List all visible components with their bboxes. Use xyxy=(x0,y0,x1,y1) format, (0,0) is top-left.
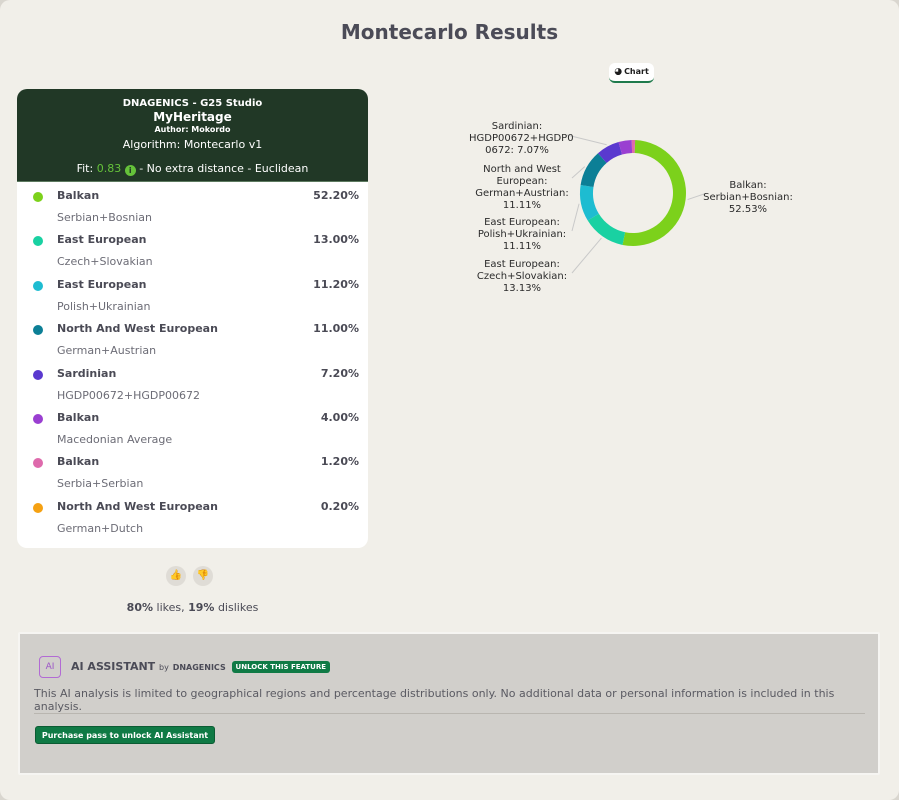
donut-slice-label: East European: Czech+Slovakian: 13.13% xyxy=(476,259,568,294)
donut-slice[interactable] xyxy=(580,185,599,221)
ai-chip-icon: AI xyxy=(39,656,61,678)
ai-title: AI ASSISTANT xyxy=(71,660,156,673)
donut-slice[interactable] xyxy=(631,140,636,154)
ai-description: This AI analysis is limited to geographi… xyxy=(34,687,835,713)
donut-leader-line xyxy=(571,237,602,274)
ai-by: by xyxy=(159,663,169,672)
donut-slice[interactable] xyxy=(587,213,626,245)
donut-slice-label: North and West European: German+Austrian… xyxy=(475,164,569,211)
donut-slice[interactable] xyxy=(622,140,686,246)
donut-leader-line xyxy=(571,203,580,232)
ai-brand: DNAGENICS xyxy=(172,663,226,672)
donut-slice-label: East European: Polish+Ukrainian: 11.11% xyxy=(477,217,567,252)
purchase-pass-button[interactable]: Purchase pass to unlock AI Assistant xyxy=(35,726,215,744)
ai-divider xyxy=(34,713,865,714)
unlock-feature-badge[interactable]: UNLOCK THIS FEATURE xyxy=(231,661,331,673)
ai-assistant-panel: AI AI ASSISTANT by DNAGENICS UNLOCK THIS… xyxy=(18,632,880,775)
ai-title-line: AI ASSISTANT by DNAGENICS UNLOCK THIS FE… xyxy=(71,660,331,673)
page-frame: Montecarlo Results DNAGENICS - G25 Studi… xyxy=(0,0,899,800)
donut-slice-label: Balkan: Serbian+Bosnian: 52.53% xyxy=(703,180,793,215)
donut-slice-label: Sardinian: HGDP00672+HGDP0 0672: 7.07% xyxy=(469,121,574,156)
